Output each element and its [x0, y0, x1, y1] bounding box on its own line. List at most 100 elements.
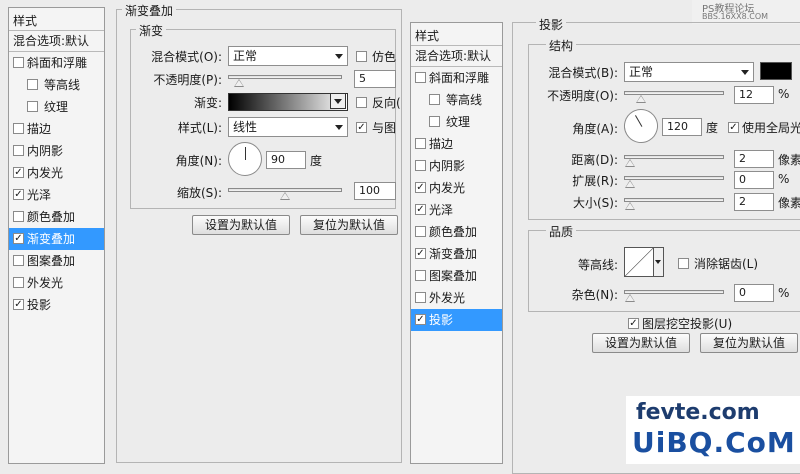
left-style-checkbox[interactable]	[27, 79, 38, 90]
left-style-item[interactable]: 光泽	[9, 184, 104, 206]
right-style-checkbox[interactable]	[415, 314, 426, 325]
ds-knockout-checkbox[interactable]	[628, 318, 639, 329]
left-style-item[interactable]: 内发光	[9, 162, 104, 184]
right-style-item[interactable]: 光泽	[411, 199, 502, 221]
go-scale-input[interactable]: 100	[354, 182, 396, 200]
right-style-checkbox[interactable]	[415, 138, 426, 149]
right-style-item[interactable]: 投影	[411, 309, 502, 331]
right-style-checkbox[interactable]	[429, 94, 440, 105]
right-style-item[interactable]: 内发光	[411, 177, 502, 199]
ds-reset-default-button[interactable]: 复位为默认值	[700, 333, 798, 353]
right-blending-options-row[interactable]: 混合选项:默认	[411, 45, 502, 67]
ds-distance-label: 距离(D):	[571, 153, 618, 167]
go-blend-mode-select[interactable]: 正常	[228, 46, 348, 66]
chevron-down-icon	[335, 54, 343, 59]
go-opacity-slider-thumb[interactable]	[234, 79, 245, 87]
right-style-checkbox[interactable]	[415, 270, 426, 281]
go-reverse-checkbox[interactable]	[356, 97, 367, 108]
go-reset-default-button[interactable]: 复位为默认值	[300, 215, 398, 235]
ds-opacity-slider[interactable]	[624, 91, 724, 103]
left-style-checkbox[interactable]	[13, 57, 24, 68]
right-style-item[interactable]: 斜面和浮雕	[411, 67, 502, 89]
ds-opacity-input[interactable]: 12	[734, 86, 774, 104]
ds-spread-slider-thumb[interactable]	[625, 180, 635, 188]
ds-global-light-checkbox[interactable]	[728, 122, 739, 133]
watermark-bottom-line1: fevte.com	[636, 400, 760, 425]
go-style-select[interactable]: 线性	[228, 117, 348, 137]
ds-distance-input[interactable]: 2	[734, 150, 774, 168]
left-style-item[interactable]: 外发光	[9, 272, 104, 294]
ds-spread-slider[interactable]	[624, 176, 724, 188]
right-style-checkbox[interactable]	[415, 204, 426, 215]
ds-angle-input[interactable]: 120	[662, 118, 702, 136]
ds-make-default-button[interactable]: 设置为默认值	[592, 333, 690, 353]
left-style-item[interactable]: 斜面和浮雕	[9, 52, 104, 74]
go-angle-dial[interactable]	[228, 142, 262, 176]
right-style-item[interactable]: 描边	[411, 133, 502, 155]
ds-opacity-slider-thumb[interactable]	[635, 95, 646, 103]
go-scale-slider[interactable]	[228, 188, 342, 200]
left-style-item[interactable]: 内阴影	[9, 140, 104, 162]
right-style-checkbox[interactable]	[415, 72, 426, 83]
right-style-checkbox[interactable]	[415, 292, 426, 303]
ds-noise-slider-thumb[interactable]	[625, 294, 635, 302]
go-opacity-input[interactable]: 5	[354, 70, 396, 88]
left-style-checkbox[interactable]	[13, 123, 24, 134]
ds-noise-slider[interactable]	[624, 290, 724, 302]
ds-contour-picker[interactable]	[624, 247, 654, 277]
left-style-item[interactable]: 纹理	[9, 96, 104, 118]
ds-spread-input[interactable]: 0	[734, 171, 774, 189]
right-style-item[interactable]: 图案叠加	[411, 265, 502, 287]
ds-contour-dropdown[interactable]	[654, 247, 664, 277]
ds-size-input[interactable]: 2	[734, 193, 774, 211]
left-style-item[interactable]: 等高线	[9, 74, 104, 96]
ds-distance-slider[interactable]	[624, 155, 724, 167]
left-style-checkbox[interactable]	[13, 299, 24, 310]
right-style-checkbox[interactable]	[415, 182, 426, 193]
go-scale-slider-thumb[interactable]	[280, 192, 290, 200]
right-style-checkbox[interactable]	[415, 160, 426, 171]
right-style-checkbox[interactable]	[415, 226, 426, 237]
left-style-checkbox[interactable]	[13, 145, 24, 156]
go-align-checkbox[interactable]	[356, 122, 367, 133]
ds-noise-input[interactable]: 0	[734, 284, 774, 302]
go-gradient-dropdown[interactable]	[330, 93, 346, 109]
left-style-item[interactable]: 图案叠加	[9, 250, 104, 272]
ds-blend-mode-select[interactable]: 正常	[624, 62, 754, 82]
go-dither-checkbox[interactable]	[356, 51, 367, 62]
left-style-checkbox[interactable]	[13, 189, 24, 200]
ds-antialias-checkbox[interactable]	[678, 258, 689, 269]
right-style-checkbox[interactable]	[429, 116, 440, 127]
left-style-label: 等高线	[44, 78, 81, 92]
left-style-item[interactable]: 描边	[9, 118, 104, 140]
left-style-checkbox[interactable]	[13, 277, 24, 288]
right-style-checkbox[interactable]	[415, 248, 426, 259]
left-style-checkbox[interactable]	[13, 211, 24, 222]
go-angle-input[interactable]: 90	[266, 151, 306, 169]
ds-noise-unit: %	[778, 286, 790, 300]
right-style-item[interactable]: 外发光	[411, 287, 502, 309]
ds-knockout-label: 图层挖空投影(U)	[642, 317, 733, 331]
left-style-checkbox[interactable]	[13, 233, 24, 244]
right-style-item[interactable]: 纹理	[411, 111, 502, 133]
right-style-item[interactable]: 颜色叠加	[411, 221, 502, 243]
left-style-item[interactable]: 渐变叠加	[9, 228, 104, 250]
ds-size-slider[interactable]	[624, 198, 724, 210]
left-style-checkbox[interactable]	[13, 167, 24, 178]
right-style-item[interactable]: 渐变叠加	[411, 243, 502, 265]
left-blending-options-row[interactable]: 混合选项:默认	[9, 30, 104, 52]
ds-distance-slider-thumb[interactable]	[625, 159, 635, 167]
watermark-bottom: fevte.com UiBQ.CoM	[626, 396, 800, 464]
right-style-label: 渐变叠加	[429, 247, 478, 261]
ds-shadow-color-swatch[interactable]	[760, 62, 792, 80]
left-style-item[interactable]: 颜色叠加	[9, 206, 104, 228]
left-style-checkbox[interactable]	[13, 255, 24, 266]
go-opacity-slider[interactable]	[228, 75, 342, 87]
ds-size-slider-thumb[interactable]	[625, 202, 635, 210]
go-blend-mode-label: 混合模式(O):	[151, 50, 222, 64]
right-style-item[interactable]: 等高线	[411, 89, 502, 111]
left-style-item[interactable]: 投影	[9, 294, 104, 316]
go-make-default-button[interactable]: 设置为默认值	[192, 215, 290, 235]
left-style-checkbox[interactable]	[27, 101, 38, 112]
right-style-item[interactable]: 内阴影	[411, 155, 502, 177]
